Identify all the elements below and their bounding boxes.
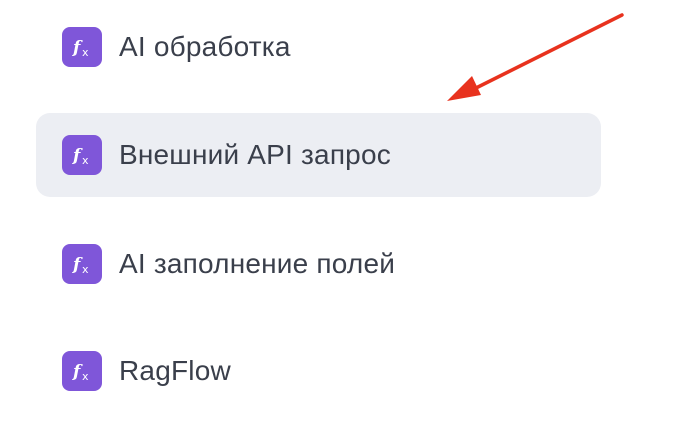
function-menu: f x AI обработка f x Внешний API запрос … <box>0 0 686 422</box>
annotation-arrow-icon <box>447 13 624 101</box>
